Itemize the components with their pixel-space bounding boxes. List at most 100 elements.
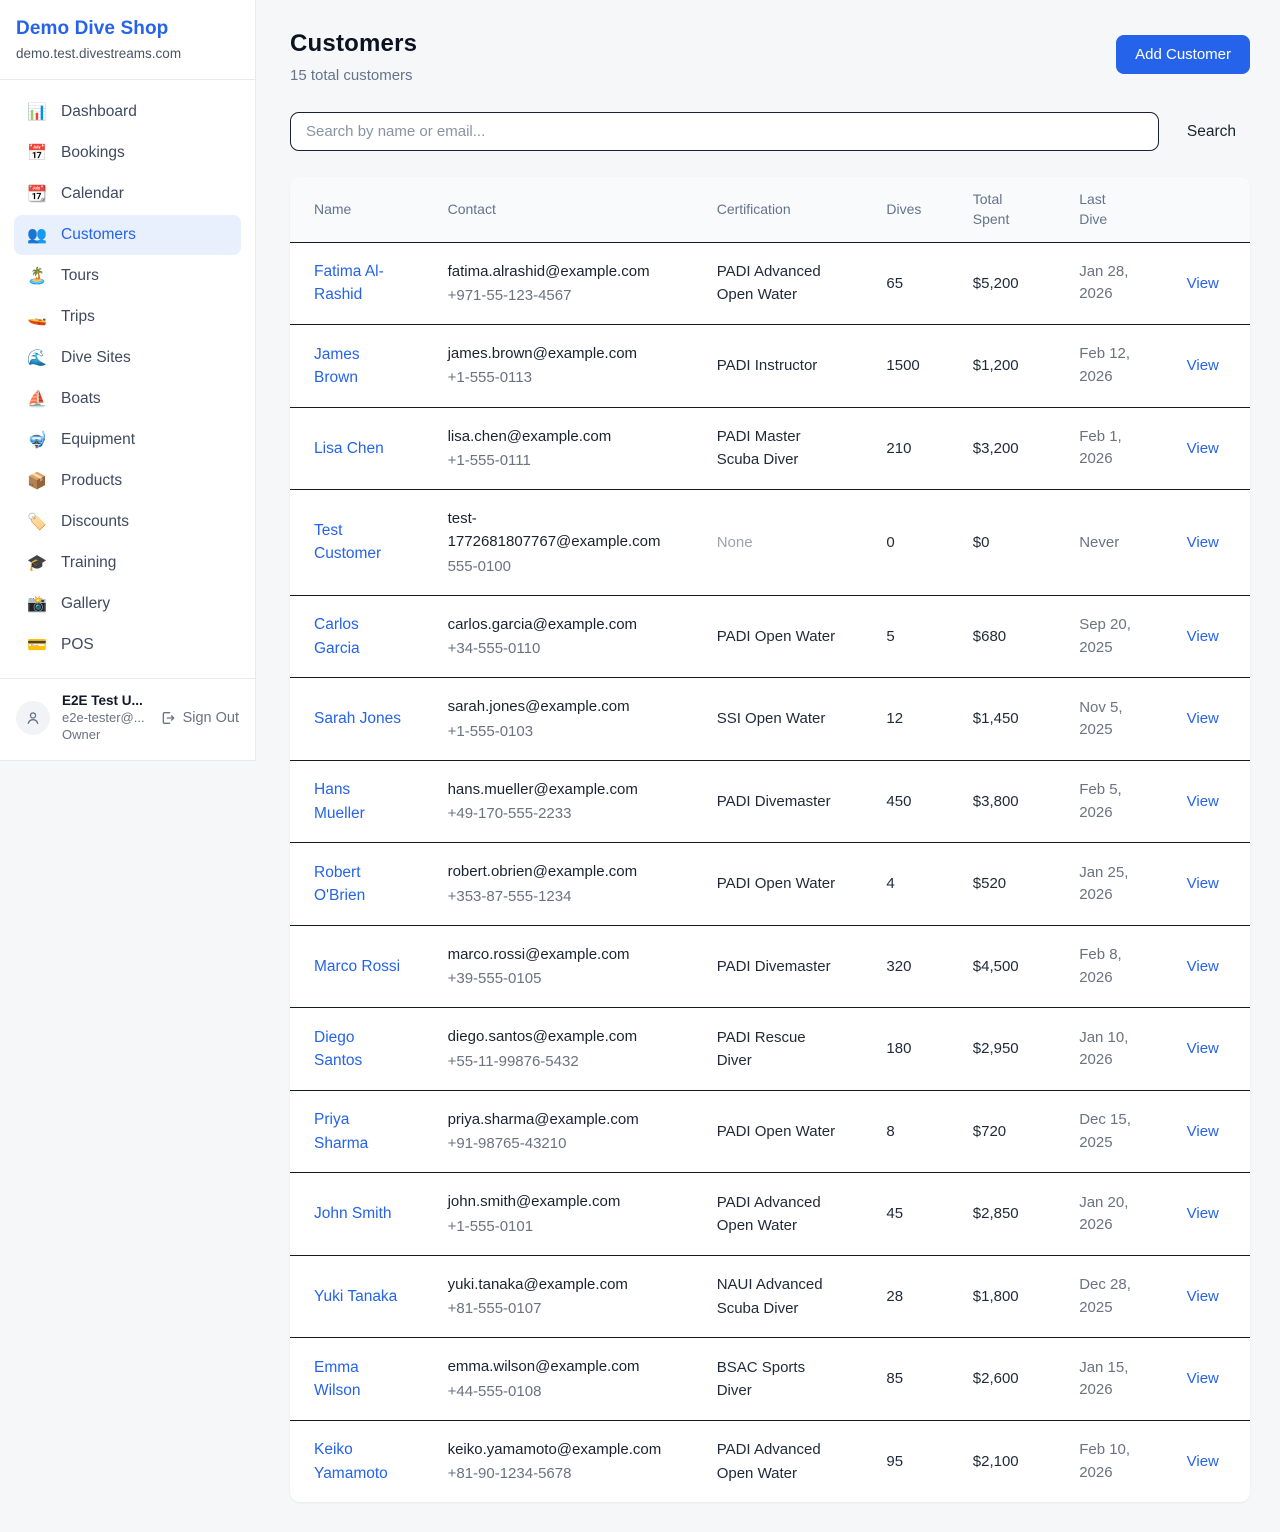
table-row: Fatima Al-Rashid fatima.alrashid@example…	[290, 242, 1250, 325]
table-row: Lisa Chen lisa.chen@example.com +1-555-0…	[290, 407, 1250, 490]
view-customer-link[interactable]: View	[1187, 1040, 1219, 1057]
cell-last-dive: Jan 25, 2026	[1067, 843, 1174, 926]
sidebar-nav-item[interactable]: 🚤 Trips	[14, 297, 241, 337]
sidebar-nav-item[interactable]: 💳 POS	[14, 625, 241, 665]
view-customer-link[interactable]: View	[1187, 710, 1219, 727]
cell-certification: PADI Instructor	[705, 325, 875, 408]
table-header: Name Contact Certification Dives Total S…	[290, 177, 1250, 242]
sidebar-nav-item[interactable]: 📸 Gallery	[14, 584, 241, 624]
customer-name-link[interactable]: Emma Wilson	[314, 1356, 402, 1403]
customer-name-link[interactable]: Priya Sharma	[314, 1108, 402, 1155]
cell-contact: lisa.chen@example.com +1-555-0111	[436, 407, 705, 490]
cell-contact: sarah.jones@example.com +1-555-0103	[436, 678, 705, 761]
customer-name-link[interactable]: Robert O'Brien	[314, 861, 402, 908]
page-title: Customers	[290, 30, 417, 58]
customer-total-spent: $2,100	[973, 1453, 1019, 1470]
customer-certification: PADI Open Water	[717, 1120, 835, 1143]
cell-name: John Smith	[290, 1173, 436, 1256]
nav-icon: 🎓	[26, 553, 48, 573]
cell-last-dive: Feb 12, 2026	[1067, 325, 1174, 408]
cell-dives: 5	[874, 595, 960, 678]
nav-item-label: Training	[61, 554, 116, 572]
view-customer-link[interactable]: View	[1187, 1288, 1219, 1305]
customer-name-link[interactable]: Marco Rossi	[314, 955, 400, 978]
customer-certification: PADI Advanced Open Water	[717, 1191, 839, 1238]
sidebar-nav-item[interactable]: ⛵ Boats	[14, 379, 241, 419]
view-customer-link[interactable]: View	[1187, 440, 1219, 457]
view-customer-link[interactable]: View	[1187, 875, 1219, 892]
customer-name-link[interactable]: Keiko Yamamoto	[314, 1438, 402, 1485]
customer-dives: 28	[886, 1288, 903, 1305]
customer-name-link[interactable]: Carlos Garcia	[314, 613, 402, 660]
customer-name-link[interactable]: Lisa Chen	[314, 437, 384, 460]
customer-total-spent: $4,500	[973, 958, 1019, 975]
sidebar-nav-item[interactable]: 👥 Customers	[14, 215, 241, 255]
view-customer-link[interactable]: View	[1187, 534, 1219, 551]
customer-certification: PADI Rescue Diver	[717, 1026, 839, 1073]
view-customer-link[interactable]: View	[1187, 628, 1219, 645]
customer-name-link[interactable]: Yuki Tanaka	[314, 1285, 397, 1308]
table-row: Carlos Garcia carlos.garcia@example.com …	[290, 595, 1250, 678]
col-header-total-spent: Total Spent	[961, 177, 1067, 242]
nav-item-label: Customers	[61, 226, 136, 244]
sidebar-nav-item[interactable]: 📊 Dashboard	[14, 92, 241, 132]
view-customer-link[interactable]: View	[1187, 1205, 1219, 1222]
cell-certification: NAUI Advanced Scuba Diver	[705, 1255, 875, 1338]
customer-total-spent: $720	[973, 1123, 1006, 1140]
sidebar-nav-item[interactable]: 📆 Calendar	[14, 174, 241, 214]
cell-last-dive: Feb 8, 2026	[1067, 925, 1174, 1008]
customer-dives: 8	[886, 1123, 894, 1140]
customer-total-spent: $1,450	[973, 710, 1019, 727]
table-row: Diego Santos diego.santos@example.com +5…	[290, 1008, 1250, 1091]
search-button[interactable]: Search	[1173, 115, 1250, 149]
cell-actions: View	[1175, 1255, 1250, 1338]
cell-last-dive: Jan 28, 2026	[1067, 242, 1174, 325]
sidebar-nav-item[interactable]: 🤿 Equipment	[14, 420, 241, 460]
nav-icon: 📸	[26, 594, 48, 614]
nav-icon: ⛵	[26, 389, 48, 409]
cell-actions: View	[1175, 843, 1250, 926]
sidebar-nav-item[interactable]: 🎓 Training	[14, 543, 241, 583]
sidebar-nav-item[interactable]: 🏝️ Tours	[14, 256, 241, 296]
sidebar-nav-item[interactable]: 🌊 Dive Sites	[14, 338, 241, 378]
cell-name: Hans Mueller	[290, 760, 436, 843]
customer-name-link[interactable]: Fatima Al-Rashid	[314, 260, 402, 307]
customer-phone: +91-98765-43210	[448, 1132, 693, 1155]
nav-item-label: Tours	[61, 267, 99, 285]
customer-dives: 1500	[886, 357, 919, 374]
customer-name-link[interactable]: Test Customer	[314, 519, 402, 566]
sidebar-nav-item[interactable]: 📅 Bookings	[14, 133, 241, 173]
view-customer-link[interactable]: View	[1187, 1123, 1219, 1140]
add-customer-button[interactable]: Add Customer	[1116, 35, 1250, 74]
nav-item-label: Products	[61, 472, 122, 490]
cell-certification: None	[705, 490, 875, 596]
customer-phone: +353-87-555-1234	[448, 885, 693, 908]
customer-name-link[interactable]: John Smith	[314, 1202, 392, 1225]
cell-contact: emma.wilson@example.com +44-555-0108	[436, 1338, 705, 1421]
view-customer-link[interactable]: View	[1187, 357, 1219, 374]
cell-certification: PADI Open Water	[705, 1090, 875, 1173]
nav-item-label: Dive Sites	[61, 349, 131, 367]
cell-last-dive: Feb 10, 2026	[1067, 1420, 1174, 1502]
view-customer-link[interactable]: View	[1187, 1370, 1219, 1387]
customer-name-link[interactable]: Hans Mueller	[314, 778, 402, 825]
cell-actions: View	[1175, 1090, 1250, 1173]
cell-certification: SSI Open Water	[705, 678, 875, 761]
sidebar-nav-item[interactable]: 🏷️ Discounts	[14, 502, 241, 542]
sidebar-nav-item[interactable]: 📦 Products	[14, 461, 241, 501]
customer-certification: PADI Open Water	[717, 872, 835, 895]
view-customer-link[interactable]: View	[1187, 1453, 1219, 1470]
cell-total-spent: $0	[961, 490, 1067, 596]
customer-name-link[interactable]: Diego Santos	[314, 1026, 402, 1073]
customer-last-dive: Jan 25, 2026	[1079, 862, 1141, 907]
customer-name-link[interactable]: Sarah Jones	[314, 707, 401, 730]
search-input[interactable]	[290, 112, 1159, 151]
sign-out-button[interactable]: Sign Out	[160, 710, 239, 726]
view-customer-link[interactable]: View	[1187, 275, 1219, 292]
table-row: Marco Rossi marco.rossi@example.com +39-…	[290, 925, 1250, 1008]
view-customer-link[interactable]: View	[1187, 958, 1219, 975]
view-customer-link[interactable]: View	[1187, 793, 1219, 810]
customer-name-link[interactable]: James Brown	[314, 343, 402, 390]
user-email: e2e-tester@...	[62, 710, 148, 725]
cell-name: Emma Wilson	[290, 1338, 436, 1421]
